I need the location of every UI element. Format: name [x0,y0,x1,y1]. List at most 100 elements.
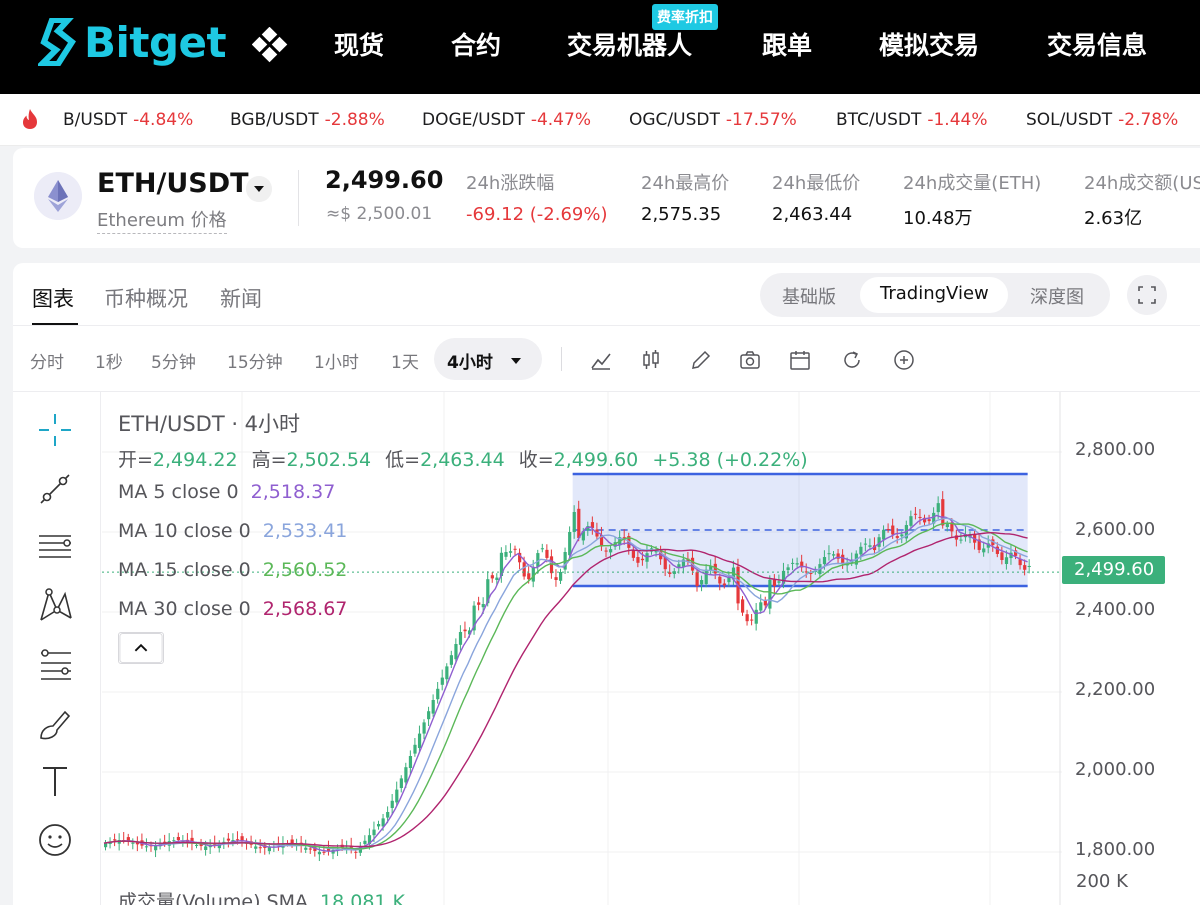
text-tool-icon[interactable] [35,762,75,802]
timeframe-1d[interactable]: 1天 [391,348,419,373]
reset-icon[interactable] [840,348,864,372]
nav-trading-info[interactable]: 交易信息 [1047,26,1147,62]
candle [386,812,390,818]
view-mode-tradingview[interactable]: TradingView [880,283,989,304]
camera-icon[interactable] [738,348,762,372]
emoji-icon[interactable] [35,820,75,860]
divider [298,170,299,226]
candle [863,543,868,545]
stat-label: 24h最低价 [772,173,861,194]
candle [645,553,649,562]
calendar-icon[interactable] [788,348,812,372]
candle [895,536,899,538]
timeframe-5m[interactable]: 5分钟 [151,348,196,373]
candle [886,528,890,530]
view-mode-depth[interactable]: 深度图 [1030,283,1084,309]
timeframe-1h[interactable]: 1小时 [314,348,359,373]
stat-label: 24h成交额(USDT) [1084,173,1200,194]
timeframe-line[interactable]: 分时 [30,348,64,373]
ticker-item[interactable]: B/USDT -4.84% [63,110,193,130]
horizontal-lines-icon[interactable] [35,528,75,568]
fullscreen-icon[interactable] [1127,275,1167,315]
nav-fee-discount-badge: 费率折扣 [652,4,718,30]
candle [113,839,117,841]
fibonacci-icon[interactable] [35,645,75,685]
tab-chart[interactable]: 图表 [32,283,74,313]
candle [404,767,408,783]
crosshair-icon[interactable] [35,410,75,450]
pattern-icon[interactable] [35,586,75,626]
nav-demo-trading[interactable]: 模拟交易 [879,26,979,62]
candle [258,847,262,849]
ticker-item[interactable]: BTC/USDT -1.44% [836,110,988,130]
tab-coin-overview[interactable]: 币种概况 [104,283,188,313]
candle [841,554,845,564]
nav-trading-bots[interactable]: 交易机器人 [567,26,692,62]
timeframe-4h[interactable]: 4小时 [447,348,493,373]
volume-axis-tick: 200 K [1076,871,1128,892]
pencil-icon[interactable] [689,348,713,372]
ma-legend-item: MA 15 close 0 2,560.52 [118,559,348,581]
y-axis-tick: 2,600.00 [1075,519,1156,540]
nav-copy-trading[interactable]: 跟单 [762,26,812,62]
candle [422,722,426,734]
candle [772,579,777,586]
candle [322,851,326,853]
candle [827,553,831,555]
candle [882,529,886,540]
apps-grid-icon[interactable] [252,27,288,63]
chevron-down-icon[interactable] [510,356,522,366]
pair-subtitle[interactable]: Ethereum 价格 [97,206,227,234]
candle [700,580,704,585]
ticker-item[interactable]: BGB/USDT -2.88% [230,110,385,130]
candle [413,744,417,754]
divider [561,347,562,371]
brand-logo[interactable]: Bitget [38,16,227,68]
candle [936,503,940,513]
candle [768,579,772,609]
candle [577,508,581,539]
ticker-item[interactable]: DOGE/USDT -4.47% [422,110,591,130]
candle [959,539,963,541]
candle [195,844,199,846]
candle [204,846,208,851]
nav-spot[interactable]: 现货 [334,26,384,62]
ticker-bar: B/USDT -4.84% BGB/USDT -2.88% DOGE/USDT -4.… [0,94,1200,146]
candle [508,551,513,553]
add-indicator-icon[interactable] [892,348,916,372]
pair-dropdown-icon[interactable] [246,176,272,202]
y-axis-tick: 2,400.00 [1075,599,1156,620]
candle [527,573,531,580]
market-summary: ETH/USDT Ethereum 价格 2,499.60 ≈$ 2,500.0… [13,148,1200,248]
pair-title[interactable]: ETH/USDT [97,168,249,199]
ma-legend-item: MA 5 close 0 2,518.37 [118,481,336,503]
ticker-item[interactable]: OGC/USDT -17.57% [629,110,797,130]
candle [372,829,376,836]
candle [463,629,467,632]
indicator-line-icon[interactable] [589,348,613,372]
candle [495,577,499,580]
candle [722,583,726,586]
candle [859,546,863,555]
brush-icon[interactable] [35,704,75,744]
candle [891,525,895,535]
candle [604,550,608,552]
trend-line-icon[interactable] [35,469,75,509]
candle [795,563,799,565]
candle [554,577,558,580]
candle [540,548,544,550]
y-axis-tick: 2,200.00 [1075,679,1156,700]
view-mode-basic[interactable]: 基础版 [782,283,836,309]
candle [363,840,367,844]
ticker-item[interactable]: SOL/USDT -2.78% [1026,110,1178,130]
candle [913,513,918,515]
stat-value-change: -69.12 (-2.69%) [466,204,608,225]
tab-news[interactable]: 新闻 [220,283,262,313]
chart-title: ETH/USDT · 4小时 [118,412,301,436]
timeframe-1s[interactable]: 1秒 [95,348,123,373]
timeframe-15m[interactable]: 15分钟 [227,348,283,373]
candle [431,700,435,714]
nav-futures[interactable]: 合约 [451,26,501,62]
collapse-legend-icon[interactable] [118,632,164,664]
candlestick-type-icon[interactable] [639,348,663,372]
